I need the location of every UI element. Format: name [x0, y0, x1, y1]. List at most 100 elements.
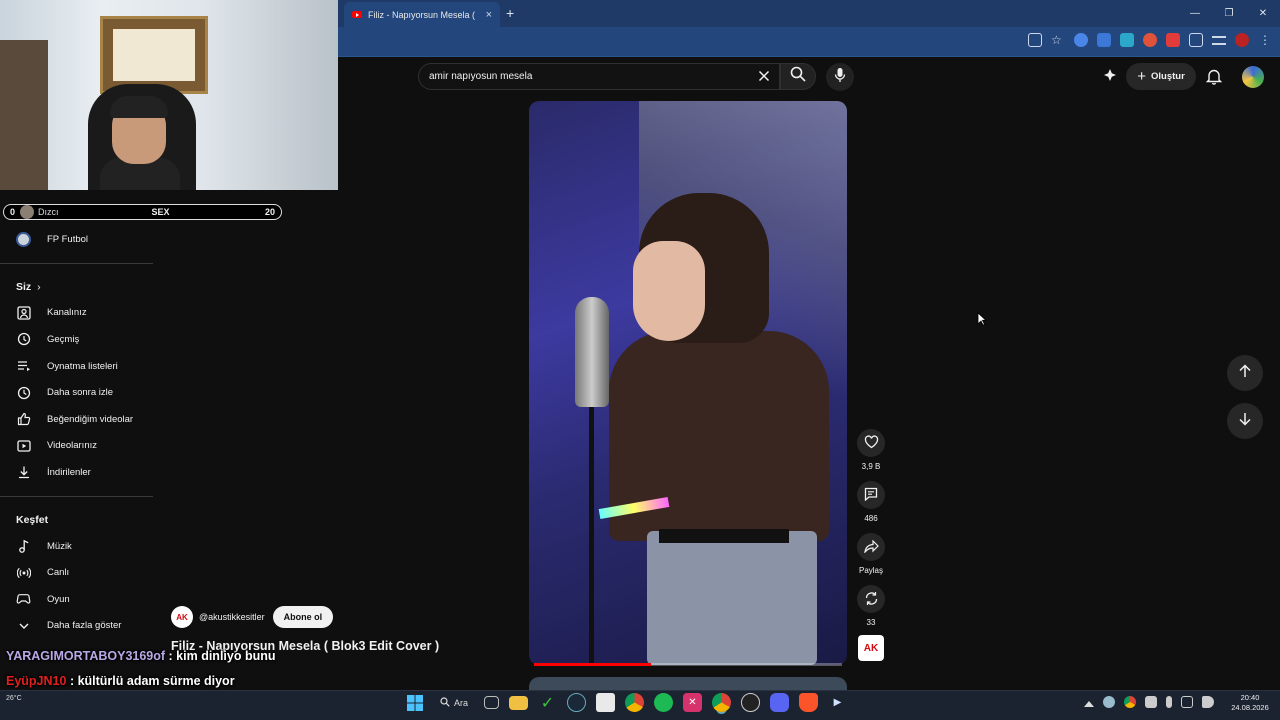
subscribe-button[interactable]: Abone ol: [272, 606, 334, 628]
sidebar-item-label: Müzik: [47, 540, 72, 552]
notifications-bell-icon[interactable]: [1205, 68, 1223, 90]
sidebar-item-liked-videos[interactable]: Beğendiğim videolar: [0, 406, 153, 433]
sidebar-item-label: Beğendiğim videolar: [47, 413, 134, 425]
window-controls: — ❐ ✕: [1178, 0, 1280, 27]
chrome-active-icon[interactable]: [712, 693, 731, 712]
section-heading: Keşfet: [16, 513, 49, 526]
sidebar-item-playlists[interactable]: Oynatma listeleri: [0, 353, 153, 380]
task-view-icon[interactable]: [484, 696, 499, 709]
next-video-button[interactable]: [1227, 403, 1263, 439]
extension-3-icon[interactable]: [1120, 33, 1134, 47]
sidebar-item-oyun[interactable]: Oyun: [0, 586, 153, 613]
create-label: Oluştur: [1150, 71, 1185, 82]
search-icon: [440, 696, 450, 709]
search-button[interactable]: [780, 63, 816, 90]
sidebar-item-fp-futbol[interactable]: FP Futbol: [0, 226, 153, 253]
channel-handle[interactable]: @akustikkesitler: [199, 612, 265, 622]
more-vert-icon[interactable]: ⋮: [1258, 33, 1272, 47]
channel-logo[interactable]: AK: [171, 606, 193, 628]
taskbar-clock[interactable]: 20:40 24.08.2026: [1228, 693, 1272, 713]
sidebar-item-gecmis[interactable]: Geçmiş: [0, 326, 153, 353]
file-explorer-icon[interactable]: [509, 695, 528, 710]
puzzle-icon[interactable]: [1189, 33, 1203, 47]
sidebar-item-label: Daha sonra izle: [47, 387, 114, 399]
new-tab-button[interactable]: +: [506, 5, 514, 21]
history-icon: [16, 332, 31, 347]
chevron-down-icon: [16, 618, 31, 633]
minimize-button[interactable]: —: [1178, 0, 1212, 27]
account-avatar[interactable]: [1242, 66, 1264, 88]
overlay-label: Dızcı: [38, 207, 59, 217]
taskbar-search[interactable]: Ara: [434, 696, 474, 709]
comment-count: 486: [864, 514, 878, 523]
overlay-center-text: SEX: [151, 207, 170, 217]
brave-icon[interactable]: [799, 693, 818, 712]
video-icon: [16, 438, 31, 453]
steam-tray-icon[interactable]: [1103, 696, 1115, 708]
steam-2-icon[interactable]: ▶: [828, 693, 847, 712]
chat-text: : kültürlü adam sürme diyor: [69, 674, 235, 688]
share-button[interactable]: [857, 533, 885, 561]
like-action[interactable]: 3,9 B: [857, 429, 885, 471]
sidebar-section-siz[interactable]: Siz ›: [0, 274, 153, 300]
sidebar-item-canli[interactable]: Canlı: [0, 559, 153, 586]
extension-2-icon[interactable]: [1097, 33, 1111, 47]
volume-icon[interactable]: [1202, 696, 1214, 708]
create-button[interactable]: + Oluştur: [1126, 63, 1196, 90]
discord-tray-icon[interactable]: [1145, 696, 1157, 708]
sidebar-item-your-videos[interactable]: Videolarınız: [0, 433, 153, 460]
extension-1-icon[interactable]: [1074, 33, 1088, 47]
video-progress-bar[interactable]: [534, 663, 842, 666]
chat-username: YARAGIMORTABOY3169of: [6, 649, 166, 663]
shorts-video-player[interactable]: [529, 101, 847, 665]
windows-start-icon[interactable]: [405, 693, 424, 712]
tab-close-icon[interactable]: ×: [486, 9, 492, 21]
inkscape-icon[interactable]: [596, 693, 615, 712]
close-window-button[interactable]: ✕: [1246, 0, 1280, 27]
extension-5-icon[interactable]: [1166, 33, 1180, 47]
checkmark-app-icon[interactable]: ✓: [538, 693, 557, 712]
comment-button[interactable]: [857, 481, 885, 509]
browser-tab[interactable]: Filiz - Napıyorsun Mesela ( ×: [344, 2, 500, 27]
remix-button[interactable]: [857, 585, 885, 613]
profile-icon[interactable]: [1235, 33, 1249, 47]
weather-widget[interactable]: 26°C: [6, 694, 22, 703]
install-icon[interactable]: [1028, 33, 1042, 47]
search-input[interactable]: amir napıyosun mesela: [418, 63, 780, 90]
discord-icon[interactable]: [770, 693, 789, 712]
live-icon: [16, 565, 31, 580]
voice-search-button[interactable]: [826, 63, 854, 91]
mic-tray-icon[interactable]: [1166, 696, 1172, 708]
extension-4-icon[interactable]: [1143, 33, 1157, 47]
spotify-icon[interactable]: [654, 693, 673, 712]
sparkle-icon[interactable]: [1102, 68, 1118, 89]
tray-expand-icon[interactable]: [1084, 700, 1094, 707]
sidebar-item-show-more[interactable]: Daha fazla göster: [0, 613, 153, 640]
share-action[interactable]: Paylaş: [857, 533, 885, 575]
previous-video-button[interactable]: [1227, 355, 1263, 391]
comment-action[interactable]: 486: [857, 481, 885, 523]
menu-lines-icon[interactable]: [1212, 35, 1226, 45]
system-tray: [1084, 696, 1214, 708]
thumbs-up-icon: [16, 412, 31, 427]
remix-count: 33: [866, 618, 876, 627]
star-icon[interactable]: ☆: [1051, 33, 1065, 47]
remix-action[interactable]: 33: [857, 585, 885, 627]
sidebar-item-muzik[interactable]: Müzik: [0, 533, 153, 560]
comment-icon: [864, 487, 878, 503]
overlay-avatar: [20, 205, 34, 219]
chrome-icon[interactable]: [625, 693, 644, 712]
obs-icon[interactable]: [741, 693, 760, 712]
like-button[interactable]: [857, 429, 885, 457]
sidebar-item-downloads[interactable]: İndirilenler: [0, 459, 153, 486]
maximize-button[interactable]: ❐: [1212, 0, 1246, 27]
network-icon[interactable]: [1181, 696, 1193, 708]
clear-search-icon[interactable]: [757, 69, 771, 86]
xampp-icon[interactable]: ✕: [683, 693, 702, 712]
sidebar-item-label: İndirilenler: [47, 466, 91, 478]
steam-icon[interactable]: [567, 693, 586, 712]
sound-channel-logo[interactable]: AK: [858, 635, 884, 661]
chrome-tray-icon[interactable]: [1124, 696, 1136, 708]
sidebar-item-watch-later[interactable]: Daha sonra izle: [0, 379, 153, 406]
sidebar-item-kanaliniz[interactable]: Kanalınız: [0, 300, 153, 327]
